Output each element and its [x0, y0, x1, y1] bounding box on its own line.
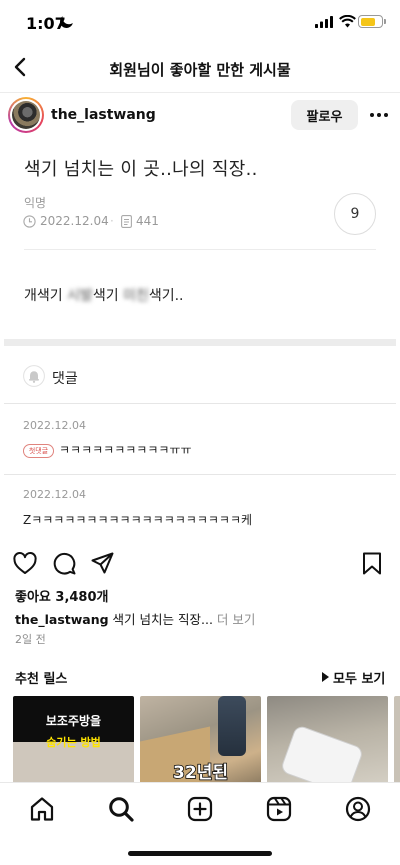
post-body-blurred-2: 미친: [123, 288, 149, 304]
reel-thumbnail[interactable]: 32년된: [140, 696, 261, 792]
comment-text: Zㅋㅋㅋㅋㅋㅋㅋㅋㅋㅋㅋㅋㅋㅋㅋㅋㅋㅋㅋ케: [23, 513, 253, 527]
caption-more-link[interactable]: 더 보기: [213, 612, 255, 627]
caption-text: 색기 넘치는 직장...: [108, 612, 213, 627]
post-body-text-1: 개색기: [24, 288, 68, 304]
battery-cap: [384, 19, 386, 24]
reel-thumbnail[interactable]: 보조주방을 숨기는 방법: [13, 696, 134, 792]
reels-icon[interactable]: [266, 796, 292, 822]
home-indicator: [128, 851, 272, 856]
share-icon[interactable]: [91, 552, 114, 575]
comment-date: 2022.12.04: [23, 419, 86, 432]
section-divider: [4, 339, 396, 346]
comment-date: 2022.12.04: [23, 488, 86, 501]
comment-text: ㅋㅋㅋㅋㅋㅋㅋㅋㅋㅋㅠㅠ: [59, 443, 192, 457]
first-comment-badge: 첫댓글: [23, 444, 54, 458]
home-icon[interactable]: [29, 796, 55, 822]
signal-icon: [315, 16, 333, 28]
clock-icon: [23, 215, 36, 228]
likes-count[interactable]: 좋아요 3,480개: [15, 586, 109, 605]
play-icon: [322, 672, 329, 682]
caption: the_lastwang 색기 넘치는 직장... 더 보기: [15, 609, 255, 628]
username[interactable]: the_lastwang: [51, 107, 156, 123]
meta-separator: ·: [110, 214, 114, 228]
post-body-text-2: 색기: [92, 288, 124, 304]
reel-caption: 보조주방을: [45, 714, 102, 728]
page-title: 회원님이 좋아할 만한 게시물: [109, 61, 291, 79]
divider: [24, 249, 376, 250]
post-title: 색기 넘치는 이 곳..나의 직장..: [24, 159, 258, 180]
comments-heading: 댓글: [52, 371, 78, 387]
wifi-icon: [339, 15, 356, 28]
search-icon[interactable]: [108, 796, 134, 822]
avatar[interactable]: [8, 97, 44, 133]
post-author: 익명: [24, 196, 47, 210]
post-body-text-3: 색기..: [148, 288, 184, 304]
views-icon: [121, 215, 132, 228]
divider: [4, 474, 396, 475]
reel-caption: 숨기는 방법: [46, 736, 101, 749]
bell-icon: [23, 365, 45, 387]
post-views: 441: [136, 214, 159, 228]
reel-caption: 32년된: [172, 762, 228, 784]
profile-icon[interactable]: [345, 796, 371, 822]
reel-thumbnail[interactable]: [394, 696, 400, 792]
avatar-image: [12, 101, 40, 129]
divider: [4, 403, 396, 404]
reels-see-all-label: 모두 보기: [333, 672, 386, 687]
more-horizontal-icon[interactable]: [368, 105, 390, 125]
heart-icon[interactable]: [13, 552, 37, 575]
post-date: 2022.12.04: [40, 214, 109, 228]
create-icon[interactable]: [187, 796, 213, 822]
reel-thumbnail[interactable]: [267, 696, 388, 792]
bookmark-icon[interactable]: [362, 552, 382, 575]
comment-count-badge[interactable]: 9: [334, 193, 376, 235]
follow-button[interactable]: 팔로우: [291, 100, 358, 130]
comment-icon[interactable]: [53, 552, 76, 575]
post-time-ago: 2일 전: [15, 633, 46, 646]
reels-section-title: 추천 릴스: [15, 672, 68, 687]
battery-icon: [358, 15, 383, 28]
post-body-blurred-1: 시발: [67, 288, 93, 304]
caption-username[interactable]: the_lastwang: [15, 612, 109, 627]
post-body: 개색기 시발색기 미친색기..: [24, 285, 184, 305]
reels-see-all-link[interactable]: 모두 보기: [322, 668, 385, 687]
